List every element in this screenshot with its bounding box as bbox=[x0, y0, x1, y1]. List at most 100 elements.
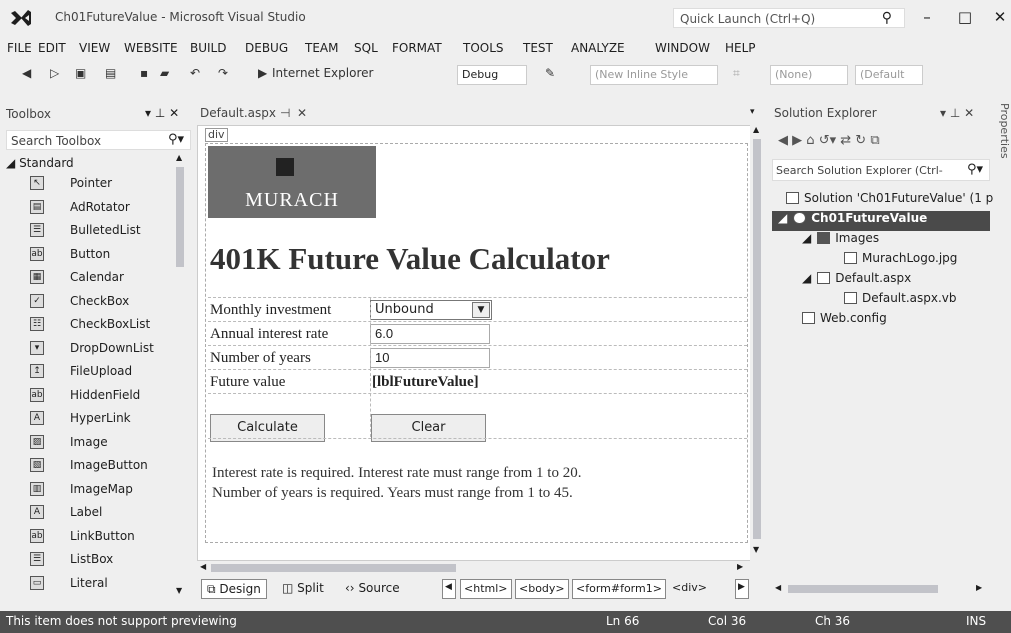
scroll-thumb[interactable] bbox=[211, 564, 456, 572]
toolbox-item-hiddenfield[interactable]: ab HiddenField bbox=[30, 385, 175, 407]
back-icon[interactable]: ◀ bbox=[778, 133, 788, 148]
toolbox-item-linkbutton[interactable]: ab LinkButton bbox=[30, 526, 175, 548]
menu-view[interactable]: VIEW bbox=[79, 41, 110, 55]
monthly-investment-dropdown[interactable]: Unbound ▼ bbox=[370, 300, 492, 320]
tree-images-folder[interactable]: ◢ Images bbox=[802, 231, 879, 251]
scroll-left-icon[interactable]: ◀ bbox=[200, 562, 206, 571]
tree-murach-logo[interactable]: MurachLogo.jpg bbox=[844, 251, 957, 271]
scroll-up-icon[interactable]: ▲ bbox=[176, 153, 182, 162]
tree-project[interactable]: ◢ Ch01FutureValue bbox=[772, 211, 990, 231]
open-file-icon[interactable]: ▤ bbox=[105, 66, 116, 80]
history-icon[interactable]: ↺▾ bbox=[819, 133, 836, 148]
breadcrumb-form[interactable]: <form#form1> bbox=[572, 579, 666, 599]
toolbox-item-fileupload[interactable]: ↥ FileUpload bbox=[30, 361, 175, 383]
menu-build[interactable]: BUILD bbox=[190, 41, 226, 55]
forward-icon[interactable]: ▶ bbox=[792, 133, 802, 148]
scroll-right-icon[interactable]: ▶ bbox=[976, 583, 982, 592]
save-icon[interactable]: ▪ bbox=[140, 66, 148, 80]
crumb-next-icon[interactable]: ▶ bbox=[735, 579, 749, 599]
toolbox-item-imagemap[interactable]: ▥ ImageMap bbox=[30, 479, 175, 501]
toolbox-item-checkbox[interactable]: ✓ CheckBox bbox=[30, 291, 175, 313]
config-dropdown[interactable]: Debug bbox=[457, 65, 527, 85]
start-debug-icon[interactable]: ▶ bbox=[258, 66, 267, 80]
design-view-button[interactable]: ⧉ Design bbox=[201, 579, 267, 599]
toolbox-item-literal[interactable]: ▭ Literal bbox=[30, 573, 175, 595]
redo-icon[interactable]: ↷ bbox=[218, 66, 228, 80]
collapse-all-icon[interactable]: ⧉ bbox=[870, 133, 879, 148]
tree-solution[interactable]: Solution 'Ch01FutureValue' (1 p bbox=[786, 191, 993, 211]
style-application-icon[interactable]: ⌗ bbox=[733, 66, 740, 81]
editor-horizontal-scrollbar[interactable]: ◀ ▶ bbox=[197, 561, 752, 575]
scroll-thumb[interactable] bbox=[176, 167, 184, 267]
save-all-icon[interactable]: ▰ bbox=[160, 66, 169, 80]
toolbox-item-calendar[interactable]: ▦ Calendar bbox=[30, 267, 175, 289]
solution-explorer-search-input[interactable]: Search Solution Explorer (Ctrl- ⚲▾ bbox=[772, 159, 990, 181]
menu-team[interactable]: TEAM bbox=[305, 41, 338, 55]
toolbox-item-button[interactable]: ab Button bbox=[30, 244, 175, 266]
tree-web-config[interactable]: Web.config bbox=[802, 311, 887, 331]
menu-website[interactable]: WEBSITE bbox=[124, 41, 178, 55]
scroll-up-icon[interactable]: ▲ bbox=[753, 125, 759, 134]
pin-icon[interactable]: ▾ ⊥ ✕ bbox=[145, 106, 179, 120]
toolbox-item-checkboxlist[interactable]: ☷ CheckBoxList bbox=[30, 314, 175, 336]
properties-side-tab[interactable]: Properties bbox=[998, 103, 1011, 183]
split-view-button[interactable]: ◫ Split bbox=[277, 579, 329, 599]
years-input[interactable]: 10 bbox=[370, 348, 490, 368]
editor-vertical-scrollbar[interactable]: ▲ ▼ bbox=[750, 125, 764, 561]
menu-window[interactable]: WINDOW bbox=[655, 41, 710, 55]
tab-default-aspx[interactable]: Default.aspx ⊣ ✕ bbox=[197, 103, 312, 125]
back-icon[interactable]: ◀ bbox=[22, 66, 31, 80]
breadcrumb-div[interactable]: <div> bbox=[669, 579, 710, 599]
source-view-button[interactable]: ‹› Source bbox=[340, 579, 405, 599]
tab-overflow-icon[interactable]: ▾ bbox=[750, 107, 755, 117]
toolbox-scrollbar[interactable]: ▲ ▼ bbox=[174, 153, 186, 598]
tree-default-aspx[interactable]: ◢ Default.aspx bbox=[802, 271, 911, 291]
browser-selector[interactable]: Internet Explorer bbox=[272, 66, 373, 80]
scroll-thumb[interactable] bbox=[753, 139, 761, 539]
forward-icon[interactable]: ▷ bbox=[50, 66, 59, 80]
undo-icon[interactable]: ↶ bbox=[190, 66, 200, 80]
tree-default-aspx-vb[interactable]: Default.aspx.vb bbox=[844, 291, 957, 311]
toolbox-item-hyperlink[interactable]: A HyperLink bbox=[30, 408, 175, 430]
toolbox-item-dropdownlist[interactable]: ▾ DropDownList bbox=[30, 338, 175, 360]
minimize-button[interactable]: – bbox=[912, 8, 942, 28]
menu-tools[interactable]: TOOLS bbox=[463, 41, 504, 55]
quick-launch-input[interactable]: Quick Launch (Ctrl+Q) ⚲ bbox=[673, 8, 905, 28]
scroll-down-icon[interactable]: ▼ bbox=[176, 586, 182, 595]
toolbox-item-imagebutton[interactable]: ▧ ImageButton bbox=[30, 455, 175, 477]
panel-options-icon[interactable]: ▾ ⊥ ✕ bbox=[940, 106, 974, 120]
toolbox-item-adrotator[interactable]: ▤ AdRotator bbox=[30, 197, 175, 219]
menu-sql[interactable]: SQL bbox=[354, 41, 378, 55]
toolbox-section-standard[interactable]: ◢ Standard bbox=[6, 156, 74, 170]
interest-rate-input[interactable]: 6.0 bbox=[370, 324, 490, 344]
crumb-prev-icon[interactable]: ◀ bbox=[442, 579, 456, 599]
maximize-button[interactable]: □ bbox=[950, 8, 980, 28]
menu-format[interactable]: FORMAT bbox=[392, 41, 442, 55]
dropdown-arrow-icon[interactable]: ▼ bbox=[472, 302, 490, 318]
toolbox-search-input[interactable]: Search Toolbox ⚲▾ bbox=[6, 130, 191, 150]
menu-debug[interactable]: DEBUG bbox=[245, 41, 288, 55]
font-dropdown[interactable]: (Default bbox=[855, 65, 923, 85]
new-project-icon[interactable]: ▣ bbox=[75, 66, 86, 80]
sync-icon[interactable]: ⇄ bbox=[840, 133, 851, 148]
target-rule-dropdown[interactable]: (None) bbox=[770, 65, 848, 85]
format-painter-icon[interactable]: ✎ bbox=[545, 66, 555, 80]
menu-file[interactable]: FILE bbox=[7, 41, 32, 55]
menu-test[interactable]: TEST bbox=[523, 41, 553, 55]
breadcrumb-html[interactable]: <html> bbox=[460, 579, 512, 599]
menu-analyze[interactable]: ANALYZE bbox=[571, 41, 625, 55]
scroll-left-icon[interactable]: ◀ bbox=[775, 583, 781, 592]
breadcrumb-body[interactable]: <body> bbox=[515, 579, 569, 599]
close-button[interactable]: ✕ bbox=[985, 8, 1011, 28]
menu-edit[interactable]: EDIT bbox=[38, 41, 66, 55]
toolbox-item-bulletedlist[interactable]: ☰ BulletedList bbox=[30, 220, 175, 242]
scroll-right-icon[interactable]: ▶ bbox=[737, 562, 743, 571]
toolbox-item-image[interactable]: ▨ Image bbox=[30, 432, 175, 454]
pin-tab-icon[interactable]: ⊣ bbox=[280, 106, 290, 120]
inline-style-dropdown[interactable]: (New Inline Style bbox=[590, 65, 718, 85]
solution-explorer-horizontal-scrollbar[interactable]: ◀ ▶ bbox=[772, 581, 990, 597]
toolbox-item-pointer[interactable]: ↖ Pointer bbox=[30, 173, 175, 195]
toolbox-item-listbox[interactable]: ☰ ListBox bbox=[30, 549, 175, 571]
scroll-thumb[interactable] bbox=[788, 585, 938, 593]
scroll-down-icon[interactable]: ▼ bbox=[753, 545, 759, 554]
